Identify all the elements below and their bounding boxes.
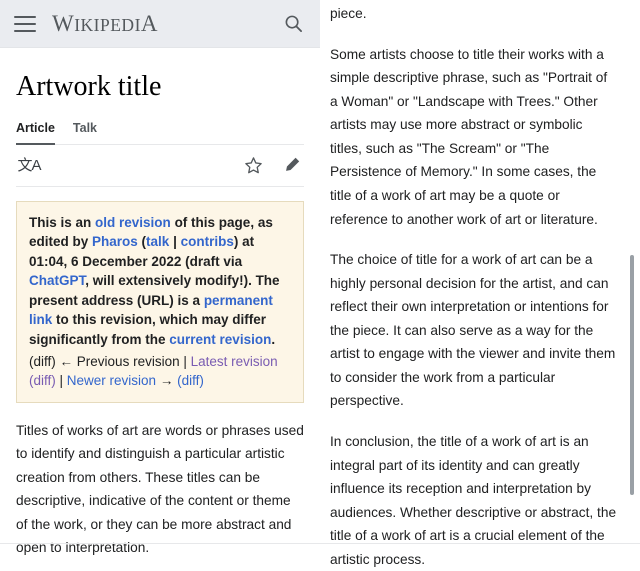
star-icon[interactable] xyxy=(240,152,266,178)
language-glyph: 文A xyxy=(17,156,41,174)
wordmark-last-letter: A xyxy=(140,11,159,36)
link-current-revision[interactable]: current revision xyxy=(169,332,271,347)
old-revision-notice: This is an old revision of this page, as… xyxy=(16,200,304,403)
link-latest-revision[interactable]: Latest revision xyxy=(191,354,278,369)
notice-seg-14: . xyxy=(271,331,276,347)
wikipedia-article-page: WIKIPEDIA Artwork title Article Talk 文A xyxy=(0,0,640,567)
article-toolbar: 文A xyxy=(16,145,304,187)
link-newer-revision[interactable]: Newer revision xyxy=(67,373,156,388)
link-chatgpt[interactable]: ChatGPT xyxy=(29,273,85,288)
pencil-icon[interactable] xyxy=(278,152,304,178)
nav-sep-2: | xyxy=(55,373,67,389)
arrow-next-icon: → xyxy=(159,373,174,389)
paragraph-choice-of-title: The choice of title for a work of art ca… xyxy=(330,252,616,409)
revision-navigation: (diff) ← Previous revision | Latest revi… xyxy=(29,352,291,391)
article-tabs: Article Talk xyxy=(16,121,304,145)
arrow-prev-icon: ← xyxy=(59,353,74,369)
old-revision-notice-text: This is an old revision of this page, as… xyxy=(29,213,291,350)
tab-article[interactable]: Article xyxy=(16,121,55,145)
tab-talk[interactable]: Talk xyxy=(73,121,97,144)
left-body-text: Titles of works of art are words or phra… xyxy=(16,419,304,560)
site-header: WIKIPEDIA xyxy=(0,0,320,48)
notice-seg-0: This is an xyxy=(29,214,96,230)
link-newer-diff[interactable]: (diff) xyxy=(177,373,204,388)
wikipedia-wordmark[interactable]: WIKIPEDIA xyxy=(52,12,158,35)
paragraph-descriptive-titles: Some artists choose to title their works… xyxy=(330,46,608,227)
link-contribs[interactable]: contribs xyxy=(181,234,234,249)
link-talk[interactable]: talk xyxy=(146,234,169,249)
notice-seg-6: | xyxy=(169,234,181,250)
hamburger-icon[interactable] xyxy=(14,15,36,32)
paragraph-conclusion: In conclusion, the title of a work of ar… xyxy=(330,434,617,567)
diff-open-label: (diff) xyxy=(29,353,56,369)
nav-sep-1: | xyxy=(179,353,191,369)
link-latest-diff[interactable]: (diff) xyxy=(29,373,56,388)
language-icon[interactable]: 文A xyxy=(16,152,42,178)
right-body-text: piece. Some artists choose to title thei… xyxy=(330,0,618,571)
notice-seg-4: ( xyxy=(137,234,147,250)
paragraph-intro: Titles of works of art are words or phra… xyxy=(16,422,304,556)
article-content-left: Artwork title Article Talk 文A This is an… xyxy=(0,70,320,560)
search-icon[interactable] xyxy=(280,11,306,37)
wordmark-first-letter: W xyxy=(52,11,75,36)
previous-revision-label: Previous revision xyxy=(76,353,180,369)
page-title: Artwork title xyxy=(16,71,162,102)
paragraph-continuation: piece. xyxy=(330,6,367,21)
right-column: piece. Some artists choose to title thei… xyxy=(320,0,640,567)
link-old-revision[interactable]: old revision xyxy=(95,215,171,230)
link-user-pharos[interactable]: Pharos xyxy=(92,234,138,249)
wordmark-middle: IKIPEDI xyxy=(74,15,141,35)
left-column: WIKIPEDIA Artwork title Article Talk 文A xyxy=(0,0,320,555)
vertical-scrollbar[interactable] xyxy=(630,255,634,495)
